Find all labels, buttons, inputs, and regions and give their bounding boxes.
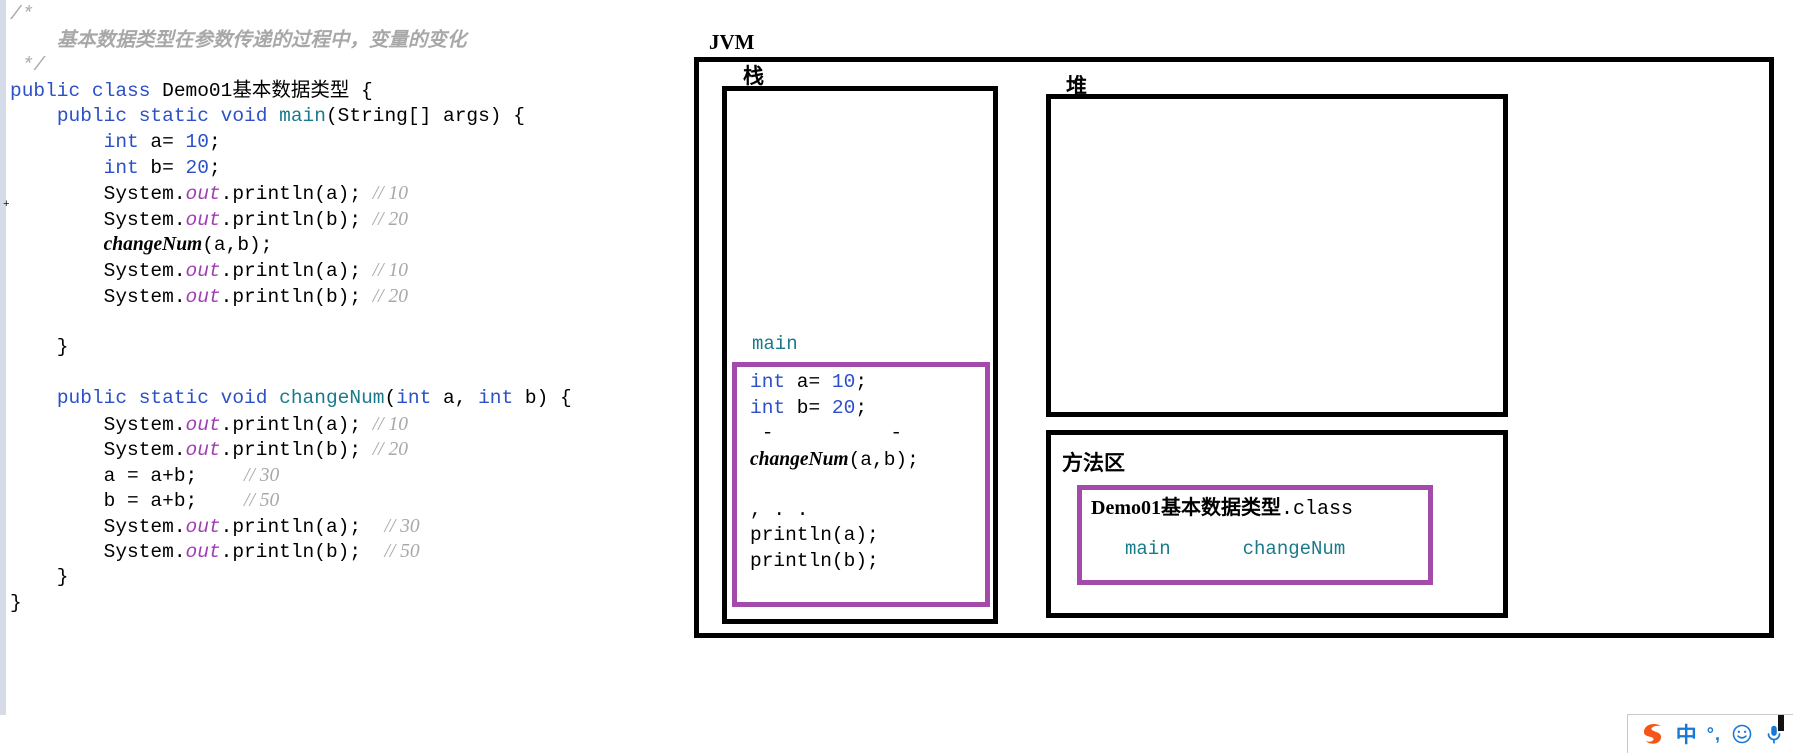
stack-frame-name: main bbox=[752, 333, 798, 355]
class-file-suffix: .class bbox=[1280, 498, 1353, 521]
code-token: changeNum bbox=[750, 448, 849, 470]
sogou-logo-icon[interactable] bbox=[1640, 721, 1666, 747]
code-token: ; bbox=[855, 396, 868, 419]
frame-line-f2: int b= 20; bbox=[750, 396, 990, 422]
frame-line-f8: println(b); bbox=[750, 549, 990, 575]
code-token: (a,b); bbox=[848, 448, 919, 471]
frame-line-f1: int a= 10; bbox=[750, 370, 990, 396]
class-file-name: Demo01基本数据类型.class bbox=[1091, 491, 1353, 521]
frame-line-f3: - - bbox=[750, 421, 990, 447]
stack-frame-code: int a= 10; int b= 20; - - changeNum(a,b); … bbox=[750, 370, 990, 574]
class-method-changenum: changeNum bbox=[1242, 538, 1346, 560]
ime-language-toggle[interactable]: 中 bbox=[1676, 719, 1697, 749]
code-token: int bbox=[750, 396, 786, 419]
frame-line-f4: changeNum(a,b); bbox=[750, 447, 990, 473]
code-token: 20 bbox=[831, 396, 856, 419]
jvm-memory-diagram: JVM 栈 堆 方法区 main int a= 10; int b= 20; - … bbox=[0, 0, 1793, 753]
code-token: int bbox=[750, 371, 786, 393]
frame-line-f5 bbox=[750, 472, 990, 498]
code-token: a= bbox=[785, 371, 832, 393]
ime-punctuation-toggle[interactable]: °, bbox=[1707, 724, 1721, 745]
text-caret bbox=[1778, 715, 1784, 731]
code-token: println(b); bbox=[750, 549, 879, 572]
class-file-name-cn: Demo01基本数据类型 bbox=[1091, 497, 1281, 519]
code-token: , . . bbox=[750, 498, 809, 521]
frame-line-f7: println(a); bbox=[750, 523, 990, 549]
code-token: - - bbox=[750, 422, 903, 444]
smiley-icon[interactable] bbox=[1731, 723, 1753, 745]
heap-box bbox=[1046, 94, 1508, 417]
jvm-label: JVM bbox=[709, 30, 755, 54]
class-method-main: main bbox=[1125, 538, 1171, 560]
code-token: ; bbox=[855, 371, 868, 393]
class-method-list: main changeNum bbox=[1125, 538, 1415, 560]
code-token: println(a); bbox=[750, 524, 879, 546]
code-token: b= bbox=[785, 396, 832, 419]
sogou-ime-toolbar[interactable]: 中 °, bbox=[1626, 714, 1793, 753]
code-token: 10 bbox=[831, 371, 856, 393]
frame-line-f6: , . . bbox=[750, 498, 990, 524]
